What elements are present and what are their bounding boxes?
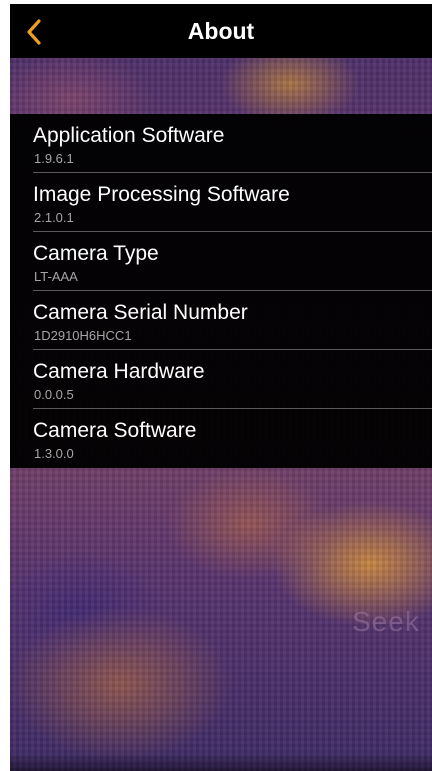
item-label: Application Software xyxy=(33,124,225,147)
about-item-image-processing-software: Image Processing Software 2.1.0.1 xyxy=(10,173,432,232)
item-label: Image Processing Software xyxy=(33,183,290,206)
item-label: Camera Serial Number xyxy=(33,301,248,324)
about-list: Application Software 1.9.6.1 Image Proce… xyxy=(10,114,432,468)
item-label: Camera Type xyxy=(33,242,159,265)
item-value: 0.0.0.5 xyxy=(34,387,74,402)
item-value: 1D2910H6HCC1 xyxy=(34,328,132,343)
item-label: Camera Hardware xyxy=(33,360,205,383)
brand-watermark: Seek xyxy=(352,606,420,637)
item-value: 1.9.6.1 xyxy=(34,151,74,166)
item-label: Camera Software xyxy=(33,419,197,442)
bottom-shade xyxy=(10,753,432,771)
about-screen: Seek About Application Software 1.9.6.1 … xyxy=(10,4,432,771)
navigation-bar: About xyxy=(10,4,432,58)
item-value: LT-AAA xyxy=(34,269,78,284)
item-value: 1.3.0.0 xyxy=(34,446,74,461)
about-item-application-software: Application Software 1.9.6.1 xyxy=(10,114,432,173)
about-item-camera-hardware: Camera Hardware 0.0.0.5 xyxy=(10,350,432,409)
item-value: 2.1.0.1 xyxy=(34,210,74,225)
about-item-camera-software: Camera Software 1.3.0.0 xyxy=(10,409,432,468)
page-title: About xyxy=(187,18,255,44)
about-item-camera-type: Camera Type LT-AAA xyxy=(10,232,432,291)
about-item-camera-serial-number: Camera Serial Number 1D2910H6HCC1 xyxy=(10,291,432,350)
